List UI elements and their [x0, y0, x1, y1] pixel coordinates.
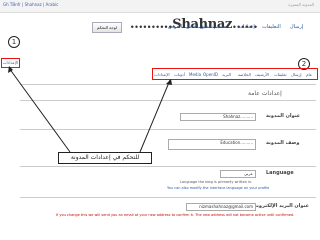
blogger-settings-screen: Gh TBnfr | Shahnaz | Arabic المدونة المم… — [0, 0, 320, 240]
callout-arrows — [8, 66, 172, 153]
arrowhead-subtabs — [166, 79, 172, 85]
arrow-to-sidebar — [8, 67, 71, 153]
arrow-to-subtabs — [139, 79, 171, 153]
